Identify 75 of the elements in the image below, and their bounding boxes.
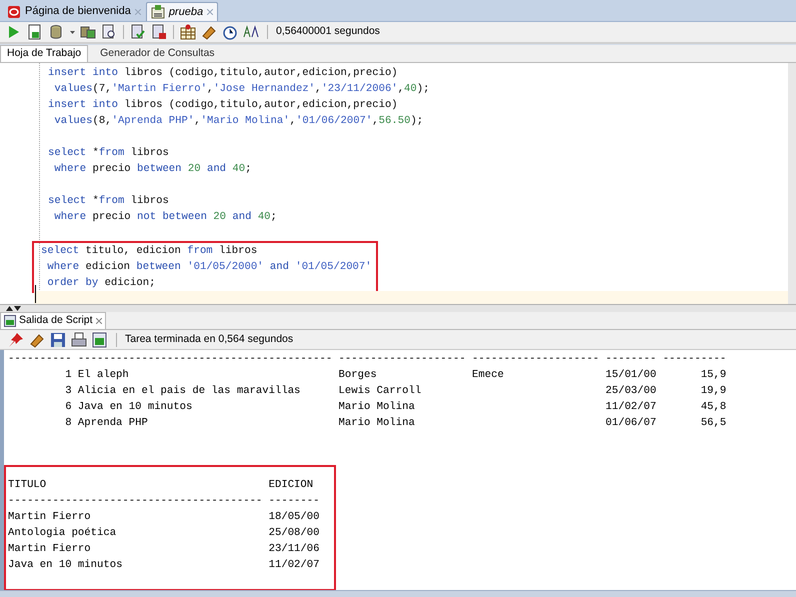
printer-icon[interactable] xyxy=(71,332,87,348)
output-cell-text: Antologia poética xyxy=(8,526,118,541)
output-cell-text: 3 xyxy=(64,384,72,399)
output-cell-text: Lewis Carroll xyxy=(338,384,422,399)
output-cell-text: Borges xyxy=(338,368,378,383)
check-page-icon[interactable] xyxy=(130,24,146,40)
code-line: insert into libros (codigo,titulo,autor,edicion,precio) xyxy=(48,98,399,113)
output-cell-text: Aprenda PHP xyxy=(78,416,149,431)
output-cell-text: TITULO xyxy=(8,478,48,493)
output-cell-text: ---------------------------------------- xyxy=(8,494,262,509)
code-line: where precio between 20 and 40; xyxy=(53,162,252,177)
output-tab[interactable]: Salida de Script xyxy=(0,312,106,329)
eraser-icon[interactable] xyxy=(201,24,217,40)
output-cell-text: ---------------------------------------- xyxy=(78,352,332,367)
output-cell-text: Emece xyxy=(472,368,505,383)
output-cell-text: 19,9 xyxy=(700,384,726,399)
output-cell-text: 01/06/07 xyxy=(606,416,656,431)
database-icon xyxy=(7,4,21,18)
letters-icon[interactable] xyxy=(243,24,259,40)
output-cell-text: 25/03/00 xyxy=(606,384,656,399)
output-cell-text: ---------- xyxy=(8,352,72,367)
output-cell-text: -------------------- xyxy=(338,352,466,367)
output-cell-text: 15/01/00 xyxy=(606,368,656,383)
output-cell-text: 23/11/06 xyxy=(268,542,320,557)
code-line: where edicion between '01/05/2000' and '01/05/2007' xyxy=(46,260,373,275)
close-icon[interactable] xyxy=(96,318,102,324)
cylinder-icon[interactable] xyxy=(48,24,64,40)
output-cell-text: 8 xyxy=(64,416,72,431)
output-cell-text: EDICION xyxy=(268,478,314,493)
output-cell-text: Martin Fierro xyxy=(8,542,92,557)
output-cell-text: 25/08/00 xyxy=(268,526,320,541)
worksheet-icon xyxy=(150,5,165,19)
output-cell-text: 15,9 xyxy=(700,368,726,383)
grid-icon[interactable] xyxy=(180,24,196,40)
output-cell-text: 1 xyxy=(64,368,72,383)
output-cell-text: 45,8 xyxy=(700,400,726,415)
output-cell-text: 6 xyxy=(64,400,72,415)
editor-tab[interactable]: Generador de Consultas xyxy=(88,45,227,62)
output-cell-text: El aleph xyxy=(78,368,130,383)
page-icon[interactable] xyxy=(27,24,43,40)
text-cursor xyxy=(35,285,36,303)
monitor-icon[interactable] xyxy=(92,332,108,348)
output-cell-text: 11/02/07 xyxy=(606,400,656,415)
code-line: where precio not between 20 and 40; xyxy=(53,210,278,225)
status-text: Tarea terminada en 0,564 segundos xyxy=(125,332,294,347)
code-line: select *from libros xyxy=(48,194,170,209)
code-line: insert into libros (codigo,titulo,autor,edicion,precio) xyxy=(48,66,399,81)
output-cell-text: Mario Molina xyxy=(338,400,416,415)
output-cell-text: Alicia en el pais de las maravillas xyxy=(78,384,302,399)
output-cell-text: -------- xyxy=(606,352,656,367)
magnifier-page-icon[interactable] xyxy=(101,24,117,40)
pin-icon[interactable] xyxy=(8,332,24,348)
elapsed-time-text: 0,56400001 segundos xyxy=(276,24,380,40)
stack-icon[interactable] xyxy=(80,24,96,40)
output-cell-text: 56,5 xyxy=(700,416,726,431)
output-cell-text: -------- xyxy=(268,494,320,509)
monitor-icon xyxy=(4,315,16,327)
output-cell-text: Martin Fierro xyxy=(8,510,92,525)
clock-icon[interactable] xyxy=(222,24,238,40)
document-tab[interactable]: prueba xyxy=(146,2,218,21)
output-cell-text: Java en 10 minutos xyxy=(78,400,194,415)
code-line: values(7,'Martin Fierro','Jose Hernandez','23/11/2006',40); xyxy=(53,82,430,97)
output-cell-text: 11/02/07 xyxy=(268,558,320,573)
output-cell-text: ---------- xyxy=(662,352,726,367)
code-line: select titulo, edicion from libros xyxy=(41,244,258,259)
output-cell-text: Java en 10 minutos xyxy=(8,558,124,573)
output-cell-text: -------------------- xyxy=(472,352,600,367)
output-cell-text: Mario Molina xyxy=(338,416,416,431)
editor-tab[interactable]: Hoja de Trabajo xyxy=(0,45,88,62)
horizontal-scrollbar[interactable] xyxy=(0,590,796,597)
save-icon[interactable] xyxy=(50,332,66,348)
code-line: order by edicion; xyxy=(46,276,156,291)
code-line: select *from libros xyxy=(48,146,170,161)
output-cell-text: 18/05/00 xyxy=(268,510,320,525)
code-line: values(8,'Aprenda PHP','Mario Molina','01/06/2007',56.50); xyxy=(53,114,424,129)
